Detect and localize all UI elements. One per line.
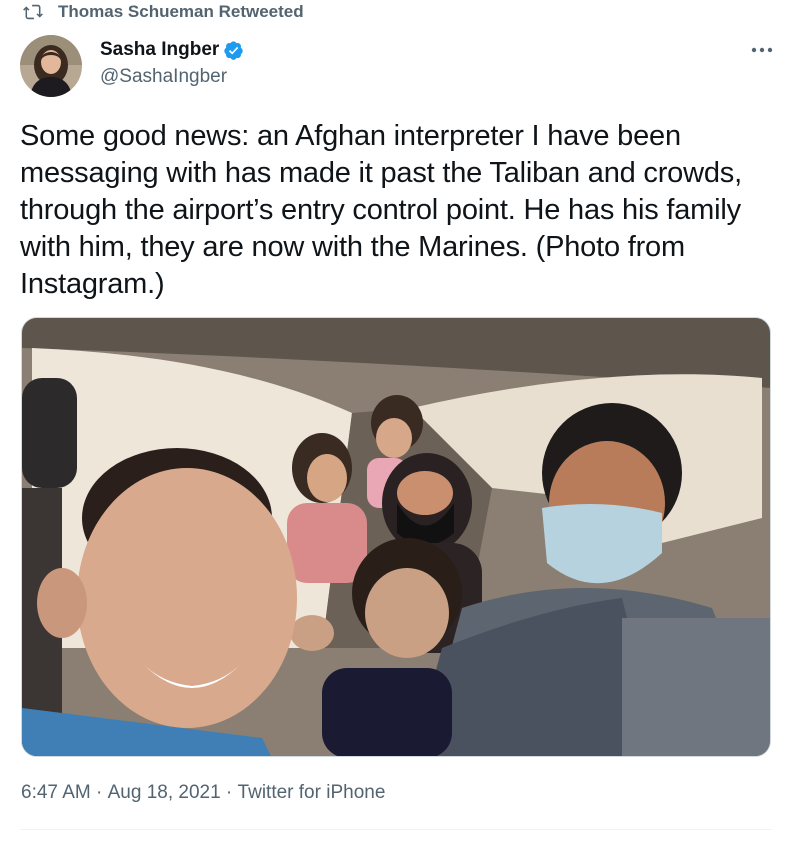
more-options-button[interactable] [746,34,778,66]
divider [20,829,772,830]
tweet-photo[interactable] [21,317,771,757]
tweet-date[interactable]: Aug 18, 2021 [108,782,221,804]
author-handle[interactable]: @SashaIngber [100,66,244,88]
meta-separator: · [220,782,238,803]
retweet-header[interactable]: Thomas Schueman Retweeted [22,2,304,22]
avatar[interactable] [20,35,82,97]
author-name[interactable]: Sasha Ingber [100,39,219,61]
tweet-source[interactable]: Twitter for iPhone [238,782,386,804]
photo-image [22,318,770,756]
tweet-meta: 6:47 AM · Aug 18, 2021 · Twitter for iPh… [21,782,385,804]
avatar-image [20,35,82,97]
retweet-icon [23,4,43,20]
tweet-text: Some good news: an Afghan interpreter I … [20,120,742,300]
tweet-time[interactable]: 6:47 AM [21,782,91,804]
author-block[interactable]: Sasha Ingber @SashaIngber [100,38,244,88]
verified-badge-icon [224,40,244,60]
meta-separator: · [90,782,108,803]
more-icon [751,47,773,53]
retweet-label[interactable]: Thomas Schueman Retweeted [58,2,304,22]
